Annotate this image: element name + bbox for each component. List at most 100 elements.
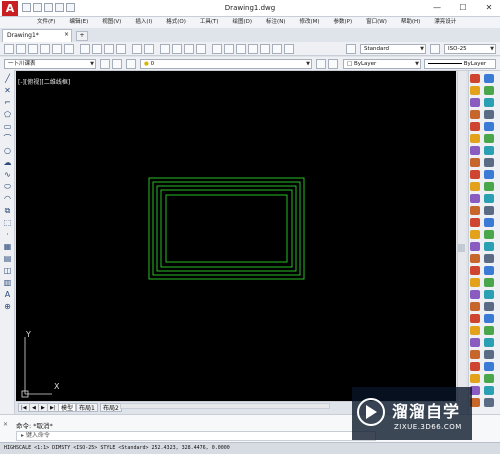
move-icon[interactable] [484,98,494,107]
mirror-icon[interactable] [470,374,480,383]
explode-icon[interactable] [484,158,494,167]
calculator-icon[interactable] [272,44,282,54]
line-icon[interactable]: ╱ [2,74,13,84]
spline-icon[interactable]: ∿ [2,170,13,180]
new-icon[interactable] [4,44,14,54]
menu-file[interactable]: 文件(F) [30,17,62,28]
stretch-icon[interactable] [470,218,480,227]
explode-icon[interactable] [484,350,494,359]
sheet-set-icon[interactable] [248,44,258,54]
close-command-icon[interactable]: ✕ [3,421,8,428]
zoom-previous-icon[interactable] [196,44,206,54]
make-block-icon[interactable]: ⬚ [2,218,13,228]
new-tab-button[interactable]: + [76,31,88,41]
stretch-icon[interactable] [470,314,480,323]
layer-properties-icon[interactable] [126,59,136,69]
hatch-icon[interactable]: ▦ [2,242,13,252]
erase-icon[interactable] [470,362,480,371]
trim-icon[interactable] [484,122,494,131]
break-icon[interactable] [484,230,494,239]
rectangle-icon[interactable]: ▭ [2,122,13,132]
scale-icon[interactable] [484,206,494,215]
menu-edit[interactable]: 编辑(E) [62,17,95,28]
help-icon[interactable] [284,44,294,54]
menu-draw[interactable]: 绘图(D) [226,17,260,28]
chamfer-icon[interactable] [484,242,494,251]
move-icon[interactable] [484,290,494,299]
break-icon[interactable] [484,134,494,143]
circle-icon[interactable]: ○ [2,146,13,156]
paste-icon[interactable] [104,44,114,54]
horizontal-scrollbar[interactable] [120,403,330,409]
match-properties-icon[interactable] [116,44,126,54]
menu-window[interactable]: 窗口(W) [359,17,394,28]
erase-icon[interactable] [470,266,480,275]
copy-icon[interactable] [484,362,494,371]
stretch-icon[interactable] [470,122,480,131]
construction-line-icon[interactable]: ✕ [2,86,13,96]
point-icon[interactable]: · [2,230,13,240]
extend-icon[interactable] [470,230,480,239]
command-input[interactable]: ▸ 键入命令 [16,431,376,441]
linetype-select[interactable]: ByLayer [424,59,496,69]
mirror-icon[interactable] [470,278,480,287]
ellipse-icon[interactable]: ⬭ [2,182,13,192]
trim-icon[interactable] [484,314,494,323]
tab-layout1[interactable]: 布局1 [76,403,98,412]
explode-icon[interactable] [484,254,494,263]
array-icon[interactable] [470,98,480,107]
polyline-icon[interactable]: ⌐ [2,98,13,108]
menu-help[interactable]: 帮助(H) [394,17,427,28]
dim-style-select[interactable]: ISO-25 ▼ [444,44,496,54]
save-icon[interactable] [28,44,38,54]
fillet-icon[interactable] [470,254,480,263]
copy-icon[interactable] [92,44,102,54]
undo-icon[interactable] [132,44,142,54]
join-icon[interactable] [470,146,480,155]
preview-icon[interactable] [52,44,62,54]
copy-icon[interactable] [484,266,494,275]
layer-select[interactable]: ● 0 ▼ [140,59,312,69]
vertical-scrollbar[interactable] [457,71,466,401]
move-icon[interactable] [484,386,494,395]
workspace-settings-icon[interactable] [100,59,110,69]
array-icon[interactable] [470,290,480,299]
cut-icon[interactable] [80,44,90,54]
arc-icon[interactable]: ⌒ [2,134,13,144]
multiline-text-icon[interactable]: A [2,290,13,300]
close-button[interactable]: ✕ [478,0,500,16]
make-current-layer-icon[interactable] [316,59,326,69]
offset-icon[interactable] [484,182,494,191]
tab-layout2[interactable]: 布局2 [100,403,122,412]
extend-icon[interactable] [470,134,480,143]
redo-icon[interactable] [144,44,154,54]
scale-icon[interactable] [484,398,494,407]
scale-icon[interactable] [484,302,494,311]
text-style-select[interactable]: Standard ▼ [360,44,426,54]
extend-icon[interactable] [470,326,480,335]
offset-icon[interactable] [484,374,494,383]
tab-model[interactable]: 模型 [58,403,77,412]
tab-nav-last-icon[interactable]: ▶| [47,403,59,412]
erase-icon[interactable] [470,170,480,179]
trim-icon[interactable] [484,218,494,227]
menu-parameters[interactable]: 参数(P) [327,17,360,28]
outer-rectangle[interactable] [148,177,305,280]
zoom-window-icon[interactable] [184,44,194,54]
markup-icon[interactable] [260,44,270,54]
rotate-icon[interactable] [470,206,480,215]
fillet-icon[interactable] [470,158,480,167]
mirror-icon[interactable] [470,182,480,191]
workspace-icon[interactable] [112,59,122,69]
table-icon[interactable]: ▥ [2,278,13,288]
region-icon[interactable]: ◫ [2,266,13,276]
rotate-icon[interactable] [470,110,480,119]
open-icon[interactable] [16,44,26,54]
properties-icon[interactable] [212,44,222,54]
menu-design[interactable]: 漂亮设计 [427,17,463,28]
join-icon[interactable] [470,338,480,347]
fillet-icon[interactable] [470,350,480,359]
menu-modify[interactable]: 修改(M) [292,17,326,28]
menu-insert[interactable]: 插入(I) [128,17,159,28]
menu-tools[interactable]: 工具(T) [193,17,226,28]
